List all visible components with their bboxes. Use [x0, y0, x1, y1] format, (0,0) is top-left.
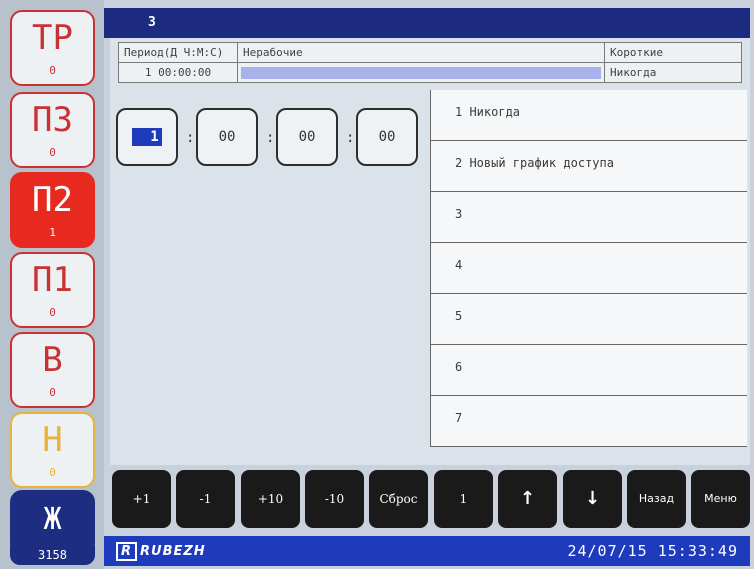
plus-ten-button[interactable]: +10: [241, 470, 300, 528]
days-field[interactable]: 1: [116, 108, 178, 166]
separator: :: [186, 130, 195, 146]
list-item[interactable]: 5: [431, 294, 747, 345]
category-count: 1: [49, 226, 56, 239]
one-button[interactable]: 1: [434, 470, 493, 528]
button-bar: +1 -1 +10 -10 Сброс 1 ↑ ↓ Назад Меню: [104, 466, 750, 532]
category-code: Ж: [43, 502, 62, 537]
list-item[interactable]: 4: [431, 243, 747, 294]
category-count: 0: [49, 146, 56, 159]
separator: :: [346, 130, 355, 146]
list-item[interactable]: 6: [431, 345, 747, 396]
status-sidebar: ТР 0 П3 0 П2 1 П1 0 В 0 Н 0 Ж 3158: [0, 0, 104, 569]
category-code: ТР: [32, 18, 73, 58]
hours-field[interactable]: 00: [196, 108, 258, 166]
logo-mark-icon: R: [116, 542, 138, 561]
nonworking-bar-cell: [237, 62, 605, 83]
schedule-list: 1 Никогда 2 Новый график доступа 3 4 5 6…: [430, 90, 747, 447]
title-bar: 3: [104, 8, 750, 38]
category-p3-button[interactable]: П3 0: [10, 92, 95, 168]
category-code: В: [42, 340, 63, 380]
days-value: 1: [132, 128, 162, 146]
up-arrow-icon[interactable]: ↑: [498, 470, 557, 528]
header-nonworking: Нерабочие: [237, 42, 605, 63]
menu-button[interactable]: Меню: [691, 470, 750, 528]
separator: :: [266, 130, 275, 146]
category-v-button[interactable]: В 0: [10, 332, 95, 408]
back-button[interactable]: Назад: [627, 470, 686, 528]
list-item[interactable]: 7: [431, 396, 747, 447]
logo-text: RUBEZH: [140, 544, 206, 559]
reset-button[interactable]: Сброс: [369, 470, 428, 528]
footer-bar: R RUBEZH 24/07/15 15:33:49: [104, 536, 750, 566]
minutes-field[interactable]: 00: [276, 108, 338, 166]
category-code: П1: [32, 260, 73, 300]
category-count: 0: [49, 386, 56, 399]
category-count: 0: [49, 306, 56, 319]
page-title: 3: [148, 15, 156, 30]
category-code: П2: [32, 180, 73, 220]
category-count: 0: [49, 466, 56, 479]
main-panel: Период(Д Ч:М:С) Нерабочие Короткие 1 00:…: [110, 38, 750, 465]
category-code: П3: [32, 100, 73, 140]
header-short: Короткие: [604, 42, 742, 63]
nonworking-bar: [241, 66, 601, 79]
list-item[interactable]: 2 Новый график доступа: [431, 141, 747, 192]
list-item[interactable]: 3: [431, 192, 747, 243]
list-item[interactable]: 1 Никогда: [431, 90, 747, 141]
category-count: 0: [49, 64, 56, 77]
category-n-button[interactable]: Н 0: [10, 412, 95, 488]
total-counter: 3158: [10, 545, 95, 565]
down-arrow-icon[interactable]: ↓: [563, 470, 622, 528]
category-code: Н: [42, 420, 63, 460]
schedule-header-table: Период(Д Ч:М:С) Нерабочие Короткие 1 00:…: [118, 42, 742, 83]
category-tr-button[interactable]: ТР 0: [10, 10, 95, 86]
minus-one-button[interactable]: -1: [176, 470, 235, 528]
rubezh-logo: R RUBEZH: [116, 542, 206, 561]
short-value: Никогда: [604, 62, 742, 83]
minus-ten-button[interactable]: -10: [305, 470, 364, 528]
plus-one-button[interactable]: +1: [112, 470, 171, 528]
category-p1-button[interactable]: П1 0: [10, 252, 95, 328]
period-value: 1 00:00:00: [118, 62, 238, 83]
header-period: Период(Д Ч:М:С): [118, 42, 238, 63]
category-p2-button[interactable]: П2 1: [10, 172, 95, 248]
datetime-display: 24/07/15 15:33:49: [567, 542, 738, 560]
seconds-field[interactable]: 00: [356, 108, 418, 166]
